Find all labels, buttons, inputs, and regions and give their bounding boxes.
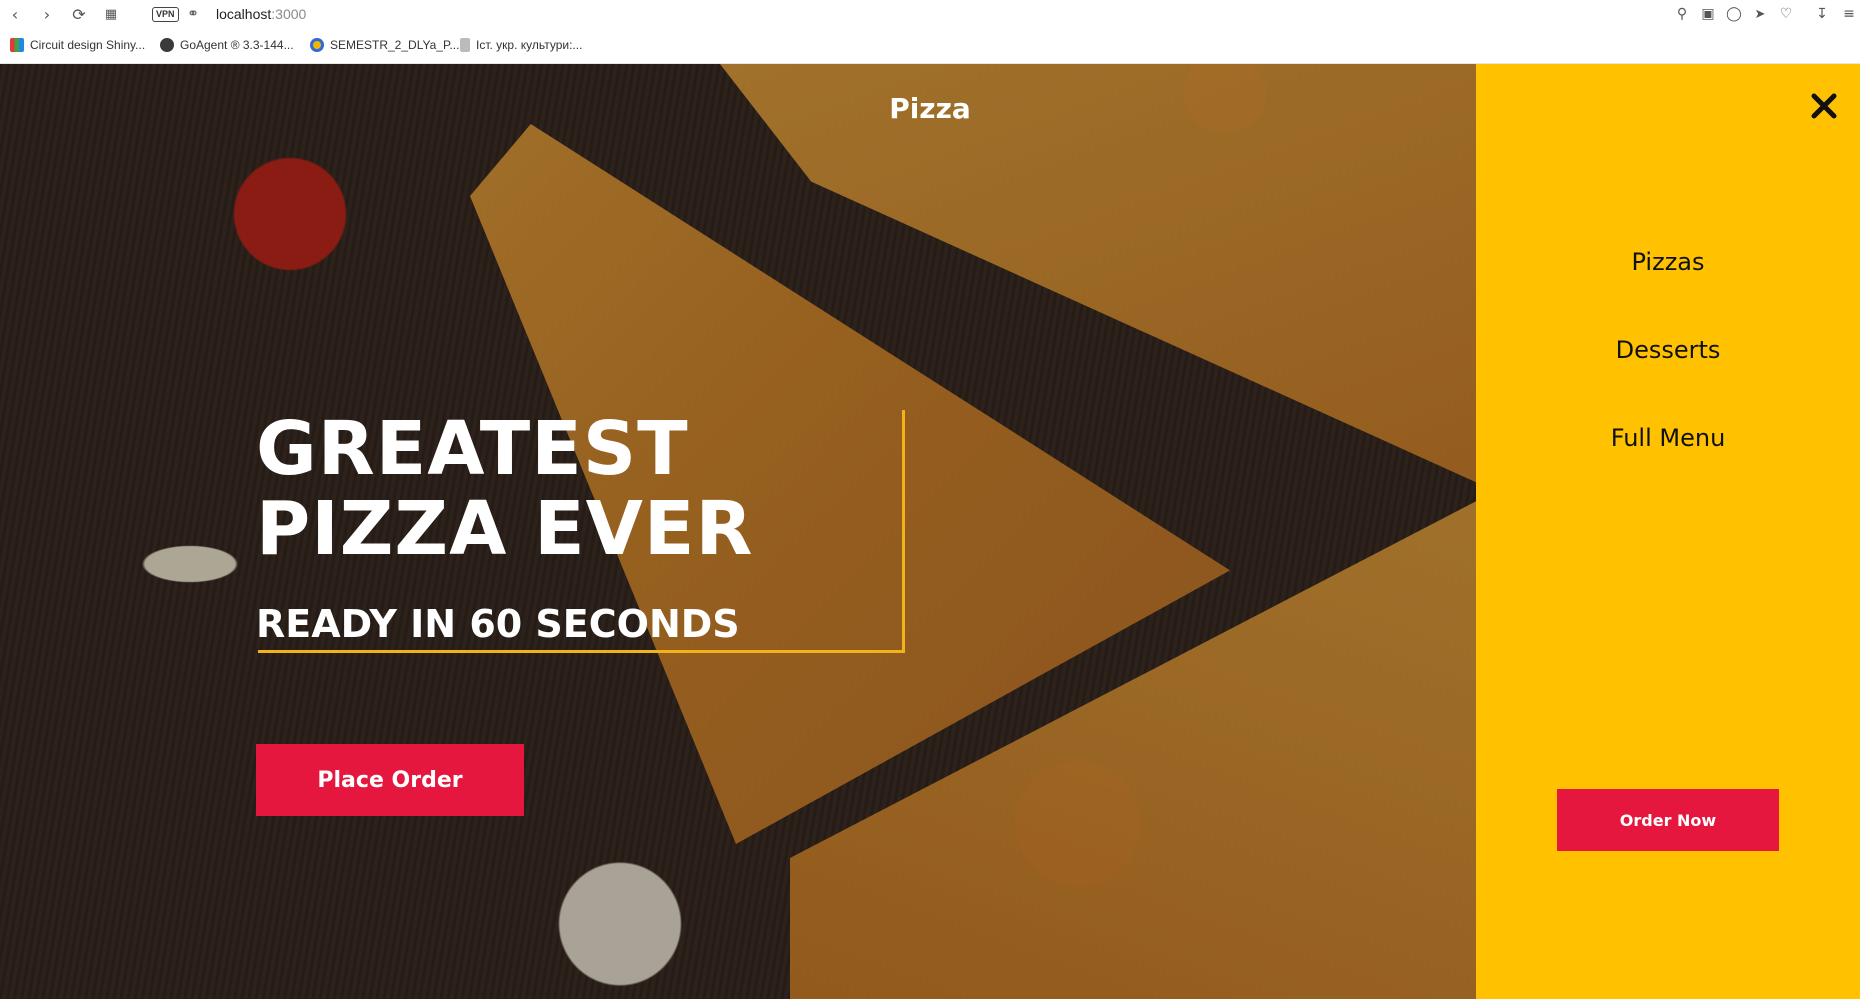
brand-logo[interactable]: Pizza xyxy=(880,92,980,125)
shield-icon[interactable]: ◯ xyxy=(1725,5,1743,23)
close-icon[interactable] xyxy=(1808,90,1840,122)
hero-headline: GREATEST PIZZA EVER xyxy=(256,409,753,569)
download-icon[interactable]: ↧ xyxy=(1813,5,1831,23)
bookmark-item[interactable]: Circuit design Shiny... xyxy=(10,38,145,52)
bookmark-label: GoAgent ® 3.3-144... xyxy=(180,38,294,52)
bookmarks-bar: Circuit design Shiny... GoAgent ® 3.3-14… xyxy=(0,29,1860,64)
tabs-grid-icon[interactable]: ▦ xyxy=(102,5,120,23)
place-order-button[interactable]: Place Order xyxy=(256,744,524,816)
forward-icon[interactable]: › xyxy=(38,5,56,24)
reload-icon[interactable]: ⟳ xyxy=(70,5,88,24)
zoom-icon[interactable]: ⚲ xyxy=(1673,5,1691,23)
bookmark-item[interactable]: GoAgent ® 3.3-144... xyxy=(160,38,294,52)
document-icon xyxy=(460,38,470,52)
grid-icon xyxy=(10,38,24,52)
goagent-icon xyxy=(160,38,174,52)
menu-item-desserts[interactable]: Desserts xyxy=(1476,336,1860,364)
university-icon xyxy=(310,38,324,52)
hero-subline: READY IN 60 SECONDS xyxy=(256,602,740,646)
back-icon[interactable]: ‹ xyxy=(6,5,24,24)
menu-item-pizzas[interactable]: Pizzas xyxy=(1476,248,1860,276)
headline-line: PIZZA EVER xyxy=(256,486,754,572)
side-menu: Pizzas Desserts Full Menu Order Now xyxy=(1476,64,1860,999)
hero-section: Pizza GREATEST PIZZA EVER READY IN 60 SE… xyxy=(0,64,1476,999)
heart-icon[interactable]: ♡ xyxy=(1777,5,1795,23)
bookmark-label: Іст. укр. культури:... xyxy=(476,38,583,52)
globe-icon: ⚭ xyxy=(187,6,199,22)
bookmark-label: SEMESTR_2_DLYa_P... xyxy=(330,38,460,52)
menu-item-full-menu[interactable]: Full Menu xyxy=(1476,424,1860,452)
headline-line: GREATEST xyxy=(256,406,689,492)
menu-icon[interactable]: ≡ xyxy=(1840,5,1858,23)
browser-toolbar: ‹ › ⟳ ▦ VPN ⚭ localhost:3000 ⚲ ▣ ◯ ➤ ♡ ↧… xyxy=(0,0,1860,29)
order-now-button[interactable]: Order Now xyxy=(1557,789,1779,851)
url-port: :3000 xyxy=(271,6,307,22)
camera-icon[interactable]: ▣ xyxy=(1699,5,1717,23)
bookmark-label: Circuit design Shiny... xyxy=(30,38,146,52)
bookmark-item[interactable]: SEMESTR_2_DLYa_P... xyxy=(310,38,459,52)
url-host: localhost xyxy=(216,6,272,22)
bookmark-item[interactable]: Іст. укр. культури:... xyxy=(460,38,582,52)
address-bar[interactable]: localhost:3000 xyxy=(216,6,306,22)
vpn-badge[interactable]: VPN xyxy=(152,7,179,22)
send-icon[interactable]: ➤ xyxy=(1751,5,1769,23)
